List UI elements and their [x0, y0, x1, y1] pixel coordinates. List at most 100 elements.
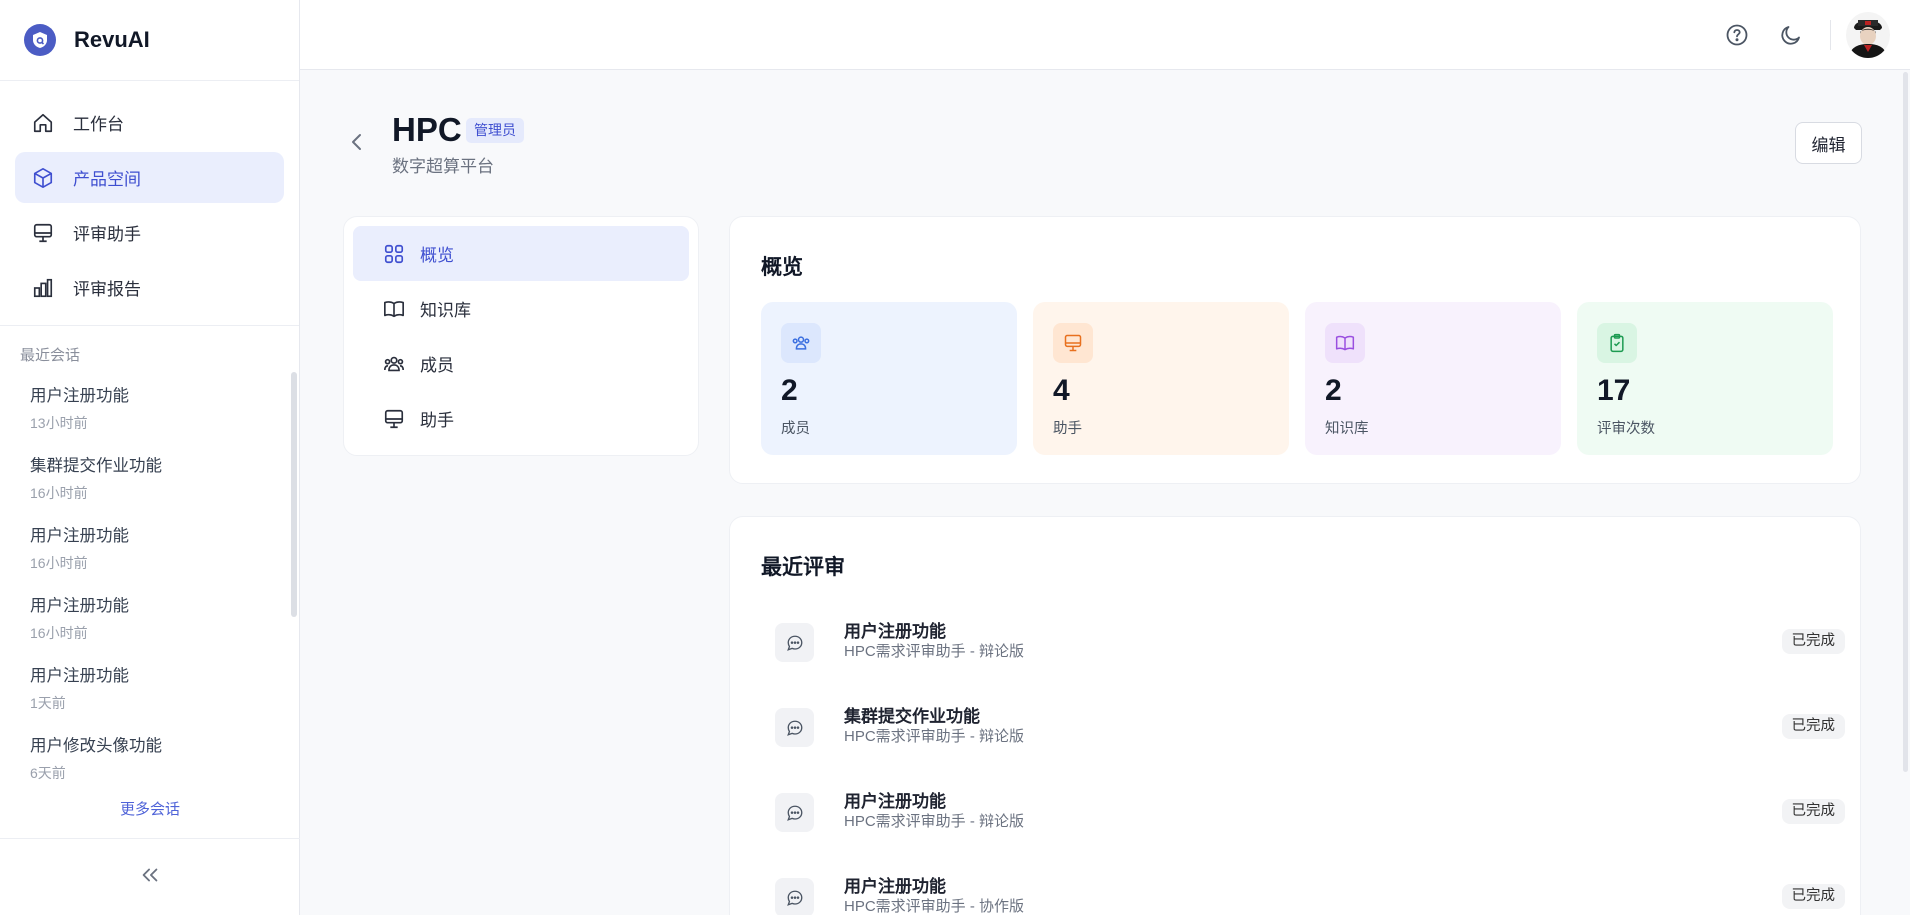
stat-value: 17: [1597, 374, 1631, 407]
recent-reviews-title: 最近评审: [761, 556, 845, 579]
review-subtitle: HPC需求评审助手 - 协作版: [844, 898, 1025, 915]
recent-session-item[interactable]: 用户注册功能 1天前: [0, 654, 299, 724]
box-icon: [31, 166, 55, 190]
main-nav: 工作台 产品空间 评审助手 评审报告: [0, 81, 299, 326]
moon-icon[interactable]: [1778, 22, 1804, 48]
collapse-sidebar-button[interactable]: [0, 838, 300, 915]
stat-label: 成员: [781, 421, 810, 437]
review-title: 集群提交作业功能: [844, 707, 980, 726]
recent-session-item[interactable]: 用户注册功能 13小时前: [0, 374, 299, 444]
space-subnav: 概览 知识库 成员 助手: [343, 216, 699, 456]
status-badge: 已完成: [1781, 799, 1845, 824]
session-title: 用户注册功能: [30, 527, 129, 545]
user-avatar[interactable]: [1846, 12, 1890, 58]
topbar: [300, 0, 1910, 70]
session-title: 集群提交作业功能: [30, 457, 162, 475]
sidebar: RevuAI 工作台 产品空间 评审助手 评审报告 最近会话 用户注册功能 13…: [0, 0, 300, 915]
review-title: 用户注册功能: [844, 792, 946, 811]
session-time: 16小时前: [30, 555, 88, 571]
users-icon: [781, 323, 821, 363]
recent-session-item[interactable]: 用户注册功能 16小时前: [0, 514, 299, 584]
chevrons-left-icon: [139, 864, 161, 891]
status-badge: 已完成: [1781, 714, 1845, 739]
subnav-item-members[interactable]: 成员: [353, 336, 689, 391]
nav-item-product-space[interactable]: 产品空间: [15, 152, 284, 203]
monitor-icon: [382, 407, 406, 431]
session-time: 16小时前: [30, 485, 88, 501]
stat-label: 助手: [1053, 421, 1082, 437]
users-icon: [382, 352, 406, 376]
monitor-icon: [1053, 323, 1093, 363]
session-time: 6天前: [30, 765, 66, 781]
nav-item-review-assistant[interactable]: 评审助手: [15, 207, 284, 258]
recent-sessions-title: 最近会话: [20, 347, 81, 364]
overview-title: 概览: [761, 256, 803, 279]
chat-bubble-icon: [775, 708, 814, 747]
book-icon: [1325, 323, 1365, 363]
recent-session-item[interactable]: 用户修改头像功能 6天前: [0, 724, 299, 794]
review-row[interactable]: 用户注册功能 HPC需求评审助手 - 辩论版 已完成: [775, 785, 1845, 845]
stat-card-review-count[interactable]: 17 评审次数: [1577, 302, 1833, 455]
status-badge: 已完成: [1781, 629, 1845, 654]
nav-item-label: 评审助手: [73, 225, 141, 244]
subnav-item-label: 助手: [420, 411, 454, 430]
stat-value: 2: [781, 374, 798, 407]
nav-item-label: 评审报告: [73, 280, 141, 299]
session-title: 用户注册功能: [30, 597, 129, 615]
session-time: 1天前: [30, 695, 66, 711]
review-title: 用户注册功能: [844, 877, 946, 896]
review-subtitle: HPC需求评审助手 - 辩论版: [844, 728, 1025, 745]
page-subtitle: 数字超算平台: [392, 157, 494, 176]
stat-label: 评审次数: [1597, 421, 1655, 437]
chat-bubble-icon: [775, 793, 814, 832]
home-icon: [31, 111, 55, 135]
review-row[interactable]: 用户注册功能 HPC需求评审助手 - 辩论版 已完成: [775, 615, 1845, 675]
subnav-item-label: 成员: [420, 356, 454, 375]
recent-session-item[interactable]: 用户注册功能 16小时前: [0, 584, 299, 654]
nav-item-label: 工作台: [73, 115, 124, 134]
stat-label: 知识库: [1325, 421, 1369, 437]
chat-bubble-icon: [775, 623, 814, 662]
recent-reviews-card: 最近评审 用户注册功能 HPC需求评审助手 - 辩论版 已完成 集群提交作业功能…: [729, 516, 1861, 915]
session-title: 用户修改头像功能: [30, 737, 162, 755]
topbar-divider: [1830, 20, 1831, 50]
session-title: 用户注册功能: [30, 667, 129, 685]
back-button[interactable]: [345, 130, 369, 154]
more-sessions-link[interactable]: 更多会话: [0, 798, 300, 819]
grid-icon: [382, 242, 406, 266]
subnav-item-label: 概览: [420, 246, 454, 265]
nav-item-review-report[interactable]: 评审报告: [15, 262, 284, 313]
subnav-item-overview[interactable]: 概览: [353, 226, 689, 281]
overview-card: 概览 2 成员 4 助手 2 知识库 17 评审次数: [729, 216, 1861, 484]
bar-chart-icon: [31, 276, 55, 300]
stat-card-members[interactable]: 2 成员: [761, 302, 1017, 455]
app-name: RevuAI: [74, 27, 150, 52]
page-title: HPC: [392, 111, 462, 148]
edit-button[interactable]: 编辑: [1795, 122, 1862, 164]
sidebar-scrollbar[interactable]: [291, 372, 297, 617]
app-logo-icon: [24, 24, 56, 56]
subnav-item-assistant[interactable]: 助手: [353, 391, 689, 446]
recent-session-item[interactable]: 集群提交作业功能 16小时前: [0, 444, 299, 514]
recent-sessions-list: 用户注册功能 13小时前 集群提交作业功能 16小时前 用户注册功能 16小时前…: [0, 374, 299, 794]
review-row[interactable]: 用户注册功能 HPC需求评审助手 - 协作版 已完成: [775, 870, 1845, 915]
subnav-item-knowledge-base[interactable]: 知识库: [353, 281, 689, 336]
session-title: 用户注册功能: [30, 387, 129, 405]
help-icon[interactable]: [1724, 22, 1750, 48]
chat-bubble-icon: [775, 878, 814, 915]
brand[interactable]: RevuAI: [0, 0, 299, 81]
nav-item-workbench[interactable]: 工作台: [15, 97, 284, 148]
session-time: 16小时前: [30, 625, 88, 641]
nav-item-label: 产品空间: [73, 170, 141, 189]
main-scrollbar[interactable]: [1903, 72, 1908, 772]
stat-card-knowledge-base[interactable]: 2 知识库: [1305, 302, 1561, 455]
review-row[interactable]: 集群提交作业功能 HPC需求评审助手 - 辩论版 已完成: [775, 700, 1845, 760]
review-subtitle: HPC需求评审助手 - 辩论版: [844, 813, 1025, 830]
book-icon: [382, 297, 406, 321]
stat-value: 2: [1325, 374, 1342, 407]
session-time: 13小时前: [30, 415, 88, 431]
review-subtitle: HPC需求评审助手 - 辩论版: [844, 643, 1025, 660]
stat-value: 4: [1053, 374, 1070, 407]
status-badge: 已完成: [1781, 884, 1845, 909]
stat-card-assistants[interactable]: 4 助手: [1033, 302, 1289, 455]
